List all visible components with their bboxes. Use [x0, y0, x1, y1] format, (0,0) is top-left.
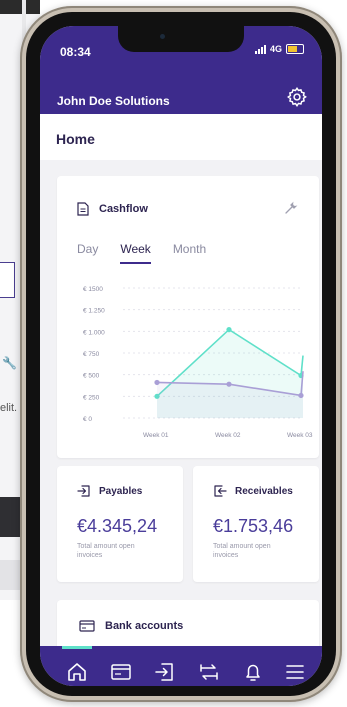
invoices-icon[interactable] [109, 660, 133, 684]
y-tick-label: € 500 [83, 373, 100, 380]
cashflow-card[interactable]: Cashflow Day Week Month € 0 € 250 € 500 € 7… [57, 176, 319, 458]
cashflow-header: Cashflow [77, 202, 148, 216]
phone-frame: 08:34 4G John Doe Solutions Home Cashflo… [20, 6, 342, 702]
bell-icon[interactable] [241, 660, 265, 684]
y-tick-label: € 0 [83, 416, 92, 423]
battery-icon [286, 44, 304, 54]
phone-bezel: 08:34 4G John Doe Solutions Home Cashflo… [26, 12, 336, 696]
camera-dot [160, 34, 165, 39]
y-tick-label: € 250 [83, 394, 100, 401]
network-type: 4G [269, 44, 282, 54]
payables-header: Payables [77, 484, 142, 498]
x-tick-label: Week 03 [287, 432, 313, 439]
payables-icon [77, 485, 90, 497]
background-input-fragment [0, 262, 15, 298]
y-tick-label: € 1.000 [83, 329, 105, 336]
receivables-header: Receivables [213, 484, 293, 498]
background-wrench-icon: 🔧 [2, 356, 17, 370]
y-tick-label: € 750 [83, 351, 100, 358]
payables-description: Total amount open invoices [77, 543, 135, 559]
home-icon[interactable] [65, 660, 89, 684]
cashflow-chart: € 0 € 250 € 500 € 750 € 1.000 € 1.250 € 1500 We… [83, 286, 313, 439]
notch [118, 26, 244, 52]
page-title: Home [56, 131, 95, 147]
background-top-bar [0, 0, 40, 14]
tab-month[interactable]: Month [173, 242, 206, 264]
payables-title: Payables [99, 485, 143, 497]
background-text-fragment: elit. [0, 402, 18, 414]
document-icon [77, 202, 89, 216]
payables-amount: €4.345,24 [77, 516, 158, 536]
receivables-icon [214, 485, 227, 497]
data-point[interactable] [298, 392, 304, 399]
x-tick-label: Week 01 [143, 432, 169, 439]
tab-week[interactable]: Week [120, 242, 151, 264]
bank-card-icon [79, 620, 95, 632]
phone-screen: 08:34 4G John Doe Solutions Home Cashflo… [40, 26, 322, 686]
x-tick-label: Week 02 [215, 432, 241, 439]
payables-card[interactable]: Payables €4.345,24 Total amount open inv… [57, 466, 183, 582]
receivables-title: Receivables [235, 485, 293, 497]
data-point[interactable] [226, 327, 232, 333]
y-tick-label: € 1.250 [83, 308, 105, 315]
import-icon[interactable] [153, 660, 177, 684]
signal-icon [254, 44, 266, 54]
page-title-bar: Home [40, 114, 322, 160]
status-indicators: 4G [254, 44, 304, 54]
period-tabs: Day Week Month [77, 242, 206, 264]
gear-icon[interactable] [286, 86, 308, 108]
data-point[interactable] [154, 379, 160, 386]
receivables-description: Total amount open invoices [213, 543, 271, 559]
bank-accounts-header: Bank accounts [79, 620, 183, 632]
transfer-icon[interactable] [197, 660, 221, 684]
company-name: John Doe Solutions [57, 94, 170, 108]
receivables-amount: €1.753,46 [213, 516, 294, 536]
cashflow-title: Cashflow [99, 203, 148, 215]
bank-accounts-title: Bank accounts [105, 620, 184, 632]
data-point[interactable] [226, 381, 232, 387]
tab-day[interactable]: Day [77, 242, 98, 264]
bottom-nav [40, 646, 322, 686]
y-tick-label: € 1500 [83, 286, 103, 293]
status-time: 08:34 [60, 45, 91, 59]
nav-active-indicator [62, 646, 92, 649]
wrench-icon[interactable] [283, 200, 299, 216]
menu-icon[interactable] [283, 660, 307, 684]
receivables-card[interactable]: Receivables €1.753,46 Total amount open … [193, 466, 319, 582]
